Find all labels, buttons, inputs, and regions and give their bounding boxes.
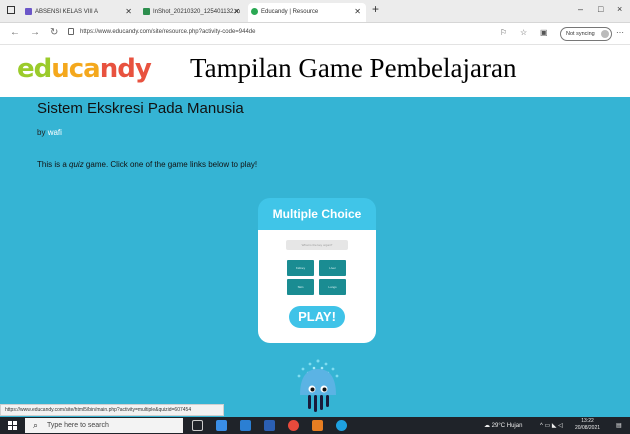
question-preview: What is the key organ? — [286, 240, 348, 250]
answer-preview: Liver — [319, 260, 346, 276]
close-tab-icon[interactable]: ✕ — [233, 7, 240, 16]
minimize-button[interactable]: – — [578, 4, 583, 14]
page-header: educandy Tampilan Game Pembelajaran — [0, 45, 630, 97]
search-icon: ⌕ — [33, 420, 39, 430]
profile-sync-button[interactable]: Not syncing — [560, 27, 612, 41]
notifications-icon[interactable]: ▤ — [616, 422, 622, 429]
search-placeholder: Type here to search — [47, 422, 109, 429]
drive-favicon-icon — [143, 8, 150, 15]
address-bar: ← → ↻ https://www.educandy.com/site/reso… — [0, 23, 630, 45]
answer-preview: Lungs — [319, 279, 346, 295]
chrome-icon[interactable] — [288, 420, 299, 431]
url-field[interactable]: https://www.educandy.com/site/resource.p… — [80, 29, 256, 35]
educandy-logo[interactable]: educandy — [17, 54, 152, 84]
author-link[interactable]: wafi — [48, 128, 62, 137]
game-card[interactable]: What is the key organ? Kidney Liver Skin… — [258, 230, 376, 343]
tab-label: InShot_20210320_125401132.m — [153, 9, 240, 15]
refresh-icon[interactable]: ↻ — [50, 27, 58, 38]
tray-icons[interactable]: ^ ▭ ◣ ◁ — [540, 422, 563, 429]
tab-actions-icon[interactable] — [7, 6, 15, 14]
back-icon[interactable]: ← — [10, 27, 20, 38]
system-clock[interactable]: 13:22 20/08/2021 — [575, 418, 600, 432]
game-card-header[interactable]: Multiple Choice — [258, 198, 376, 230]
byline: by wafi — [37, 128, 62, 137]
word-icon[interactable] — [264, 420, 275, 431]
play-button[interactable]: PLAY! — [289, 306, 345, 328]
close-tab-icon[interactable]: ✕ — [125, 7, 132, 16]
file-explorer-icon[interactable] — [216, 420, 227, 431]
tab-strip: ABSENSI KELAS VIII A ✕ InShot_20210320_1… — [0, 0, 630, 23]
link-status-bar: https://www.educandy.com/site/html5/bin/… — [0, 404, 224, 416]
game-resource-panel: Sistem Ekskresi Pada Manusia by wafi Thi… — [0, 97, 630, 417]
by-label: by — [37, 128, 46, 137]
edge-icon[interactable] — [336, 420, 347, 431]
office-icon[interactable] — [312, 420, 323, 431]
new-tab-button[interactable]: + — [372, 2, 379, 16]
answer-preview: Skin — [287, 279, 314, 295]
taskbar-search-input[interactable]: ⌕ Type here to search — [25, 418, 183, 433]
tab-label: Educandy | Resource — [261, 9, 319, 15]
close-window-button[interactable]: × — [617, 4, 622, 14]
mail-icon[interactable] — [240, 420, 251, 431]
lock-icon[interactable] — [68, 28, 74, 35]
game-mode-title: Multiple Choice — [272, 207, 362, 221]
task-view-icon[interactable] — [192, 420, 203, 431]
slide-title: Tampilan Game Pembelajaran — [190, 53, 517, 83]
weather-status[interactable]: ☁ 29°C Hujan — [484, 422, 522, 429]
close-tab-icon[interactable]: ✕ — [354, 7, 361, 16]
tab-inshot[interactable]: InShot_20210320_125401132.m ✕ — [140, 3, 245, 22]
maximize-button[interactable]: □ — [598, 4, 603, 14]
collections-icon[interactable]: ▣ — [540, 28, 548, 37]
cloud-icon: ☁ — [484, 423, 490, 429]
sync-label: Not syncing — [566, 31, 595, 37]
jellyfish-mascot-icon — [297, 359, 339, 412]
avatar — [600, 30, 609, 38]
read-aloud-icon[interactable]: ⚐ — [500, 28, 507, 37]
form-favicon-icon — [25, 8, 32, 15]
game-title: Sistem Ekskresi Pada Manusia — [37, 100, 244, 117]
answer-preview: Kidney — [287, 260, 314, 276]
game-description: This is a quiz game. Click one of the ga… — [37, 160, 258, 169]
weather-text: 29°C Hujan — [491, 423, 523, 429]
more-menu-icon[interactable]: ⋯ — [616, 28, 624, 37]
tab-label: ABSENSI KELAS VIII A — [35, 9, 99, 15]
educandy-favicon-icon — [251, 8, 258, 15]
forward-icon[interactable]: → — [30, 27, 40, 38]
tab-educandy[interactable]: Educandy | Resource ✕ — [248, 3, 366, 22]
taskbar: ⌕ Type here to search ☁ 29°C Hujan ^ ▭ ◣… — [0, 417, 630, 434]
favorites-icon[interactable]: ☆ — [520, 28, 527, 37]
clock-time: 13:22 — [581, 418, 594, 424]
tab-absensi[interactable]: ABSENSI KELAS VIII A ✕ — [22, 3, 137, 22]
clock-date: 20/08/2021 — [575, 425, 601, 431]
windows-start-icon[interactable] — [8, 421, 17, 430]
